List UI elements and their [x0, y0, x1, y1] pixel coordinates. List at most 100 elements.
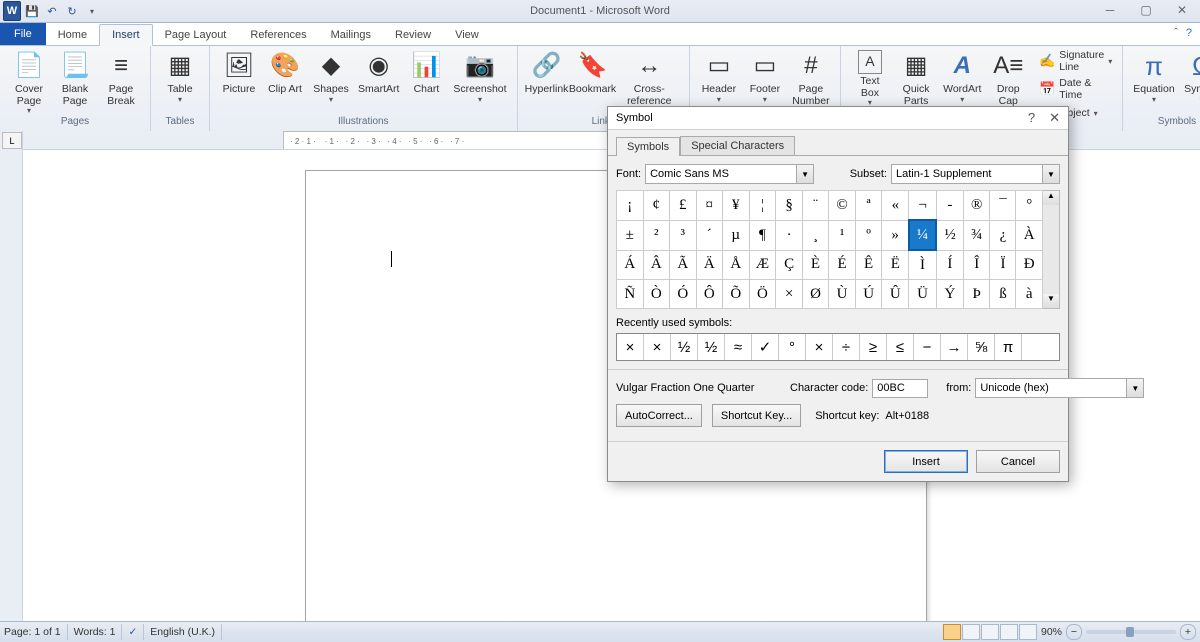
- minimize-ribbon-icon[interactable]: ˆ: [1174, 27, 1178, 39]
- symbol-cell[interactable]: Ù: [829, 280, 856, 309]
- recent-symbol-cell[interactable]: ÷: [833, 334, 860, 360]
- symbol-cell[interactable]: Û: [882, 280, 909, 309]
- symbol-cell[interactable]: Ö: [749, 280, 776, 309]
- tab-mailings[interactable]: Mailings: [319, 25, 383, 45]
- status-language[interactable]: English (U.K.): [150, 626, 215, 638]
- recent-symbol-cell[interactable]: ×: [617, 334, 644, 360]
- symbol-cell[interactable]: Ú: [855, 280, 882, 309]
- tab-symbols[interactable]: Symbols: [616, 137, 680, 156]
- symbol-cell[interactable]: ·: [776, 220, 802, 250]
- recent-symbol-cell[interactable]: ≤: [887, 334, 914, 360]
- page-break-button[interactable]: ≡Page Break: [98, 48, 144, 109]
- outline-view-icon[interactable]: [1000, 624, 1018, 640]
- symbol-cell[interactable]: ¢: [643, 191, 670, 221]
- symbol-cell[interactable]: ß: [990, 280, 1016, 309]
- tab-selector[interactable]: L: [2, 132, 22, 149]
- font-input[interactable]: [646, 168, 796, 180]
- symbol-cell[interactable]: Ó: [670, 280, 697, 309]
- symbol-cell[interactable]: Í: [936, 250, 963, 280]
- recent-symbol-cell[interactable]: ⅝: [968, 334, 995, 360]
- picture-button[interactable]: 🖼Picture: [216, 48, 262, 98]
- symbol-cell[interactable]: Ò: [643, 280, 670, 309]
- symbol-cell[interactable]: Ê: [855, 250, 882, 280]
- recent-symbol-cell[interactable]: ×: [644, 334, 671, 360]
- symbol-cell[interactable]: Ä: [696, 250, 723, 280]
- symbol-cell[interactable]: Ï: [990, 250, 1016, 280]
- symbol-cell[interactable]: Þ: [963, 280, 990, 309]
- symbol-cell[interactable]: ×: [776, 280, 802, 309]
- symbol-cell[interactable]: Ø: [802, 280, 829, 309]
- symbol-cell[interactable]: Ñ: [617, 280, 644, 309]
- from-combo[interactable]: ▼: [975, 378, 1144, 398]
- symbol-cell[interactable]: ¯: [990, 191, 1016, 221]
- symbol-cell[interactable]: ´: [696, 220, 723, 250]
- symbol-cell[interactable]: ª: [855, 191, 882, 221]
- clipart-button[interactable]: 🎨Clip Art: [262, 48, 308, 98]
- blank-page-button[interactable]: 📃Blank Page: [52, 48, 98, 109]
- tab-special-characters[interactable]: Special Characters: [680, 136, 795, 155]
- recent-symbol-cell[interactable]: ½: [698, 334, 725, 360]
- footer-button[interactable]: ▭Footer: [742, 48, 788, 106]
- cover-page-button[interactable]: 📄Cover Page: [6, 48, 52, 118]
- print-layout-view-icon[interactable]: [943, 624, 961, 640]
- scroll-up-icon[interactable]: ▲: [1043, 191, 1059, 205]
- symbol-cell[interactable]: Ð: [1016, 250, 1043, 280]
- minimize-button[interactable]: ─: [1096, 2, 1124, 18]
- dialog-titlebar[interactable]: Symbol ? ✕: [608, 107, 1068, 130]
- vertical-ruler[interactable]: [0, 131, 23, 622]
- symbol-cell[interactable]: Ë: [882, 250, 909, 280]
- recent-symbol-cell[interactable]: ✓: [752, 334, 779, 360]
- scroll-down-icon[interactable]: ▼: [1043, 294, 1059, 308]
- symbol-cell[interactable]: ¶: [749, 220, 776, 250]
- symbol-cell[interactable]: ¦: [749, 191, 776, 221]
- symbol-cell[interactable]: Ì: [909, 250, 937, 280]
- tab-view[interactable]: View: [443, 25, 491, 45]
- symbol-cell[interactable]: à: [1016, 280, 1043, 309]
- shortcut-key-button[interactable]: Shortcut Key...: [712, 404, 801, 427]
- tab-references[interactable]: References: [238, 25, 318, 45]
- screenshot-button[interactable]: 📷Screenshot: [449, 48, 510, 106]
- symbol-button[interactable]: ΩSymbol: [1179, 48, 1200, 106]
- symbol-cell[interactable]: Ý: [936, 280, 963, 309]
- insert-button[interactable]: Insert: [884, 450, 968, 473]
- dialog-help-icon[interactable]: ?: [1028, 110, 1035, 126]
- subset-combo[interactable]: ▼: [891, 164, 1060, 184]
- symbol-cell[interactable]: ¡: [617, 191, 644, 221]
- chevron-down-icon[interactable]: ▼: [1126, 379, 1143, 397]
- symbol-scrollbar[interactable]: ▲ ▼: [1043, 190, 1060, 309]
- view-buttons[interactable]: [943, 624, 1037, 640]
- symbol-cell[interactable]: ¨: [802, 191, 829, 221]
- symbol-cell[interactable]: «: [882, 191, 909, 221]
- symbol-cell[interactable]: ­-: [936, 191, 963, 221]
- recent-symbols-grid[interactable]: ××½½≈✓°×÷≥≤−→⅝π: [616, 333, 1060, 361]
- fullscreen-view-icon[interactable]: [962, 624, 980, 640]
- chart-button[interactable]: 📊Chart: [403, 48, 449, 98]
- symbol-cell[interactable]: µ: [723, 220, 750, 250]
- symbol-cell[interactable]: ¹: [829, 220, 856, 250]
- signature-button[interactable]: ✍Signature Line: [1035, 48, 1116, 74]
- symbol-cell[interactable]: É: [829, 250, 856, 280]
- symbol-cell[interactable]: ½: [936, 220, 963, 250]
- tab-insert[interactable]: Insert: [99, 24, 153, 46]
- file-tab[interactable]: File: [0, 23, 46, 45]
- symbol-cell[interactable]: Æ: [749, 250, 776, 280]
- from-input[interactable]: [976, 382, 1126, 394]
- symbol-cell[interactable]: Ã: [670, 250, 697, 280]
- symbol-cell[interactable]: Á: [617, 250, 644, 280]
- header-button[interactable]: ▭Header: [696, 48, 742, 106]
- symbol-cell[interactable]: Ü: [909, 280, 937, 309]
- draft-view-icon[interactable]: [1019, 624, 1037, 640]
- dialog-close-icon[interactable]: ✕: [1049, 110, 1060, 126]
- symbol-cell[interactable]: Î: [963, 250, 990, 280]
- recent-symbol-cell[interactable]: °: [779, 334, 806, 360]
- symbol-cell[interactable]: ²: [643, 220, 670, 250]
- symbol-cell[interactable]: È: [802, 250, 829, 280]
- recent-symbol-cell[interactable]: −: [914, 334, 941, 360]
- cancel-button[interactable]: Cancel: [976, 450, 1060, 473]
- status-page[interactable]: Page: 1 of 1: [4, 626, 61, 638]
- wordart-button[interactable]: AWordArt: [939, 48, 985, 106]
- datetime-button[interactable]: 📅Date & Time: [1035, 76, 1116, 102]
- tab-page-layout[interactable]: Page Layout: [153, 25, 239, 45]
- symbol-cell[interactable]: ©: [829, 191, 856, 221]
- chevron-down-icon[interactable]: ▼: [796, 165, 813, 183]
